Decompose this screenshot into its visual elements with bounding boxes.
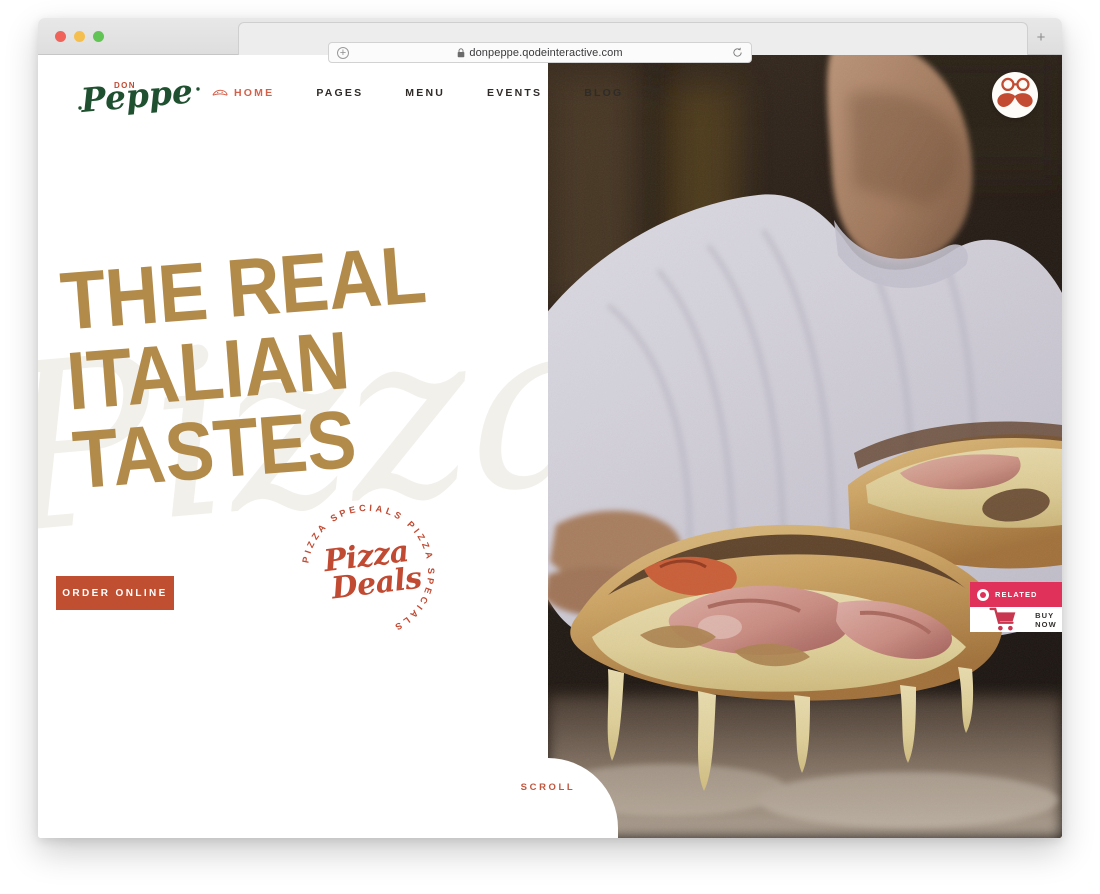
pizza-deals-badge: PIZZA SPECIALS PIZZA SPECIALS Pizza Deal… xyxy=(290,493,446,649)
record-dot-icon xyxy=(977,588,989,601)
logo-name-text: Peppe xyxy=(78,71,194,120)
nav-item-pages[interactable]: PAGES xyxy=(295,81,384,105)
nav-label-menu: MENU xyxy=(405,87,446,99)
badge-script-text: Pizza Deals xyxy=(281,484,455,658)
buy-now-label: BUY NOW xyxy=(1035,610,1057,629)
nav-label-home: HOME xyxy=(234,87,275,99)
nav-label-events: EVENTS xyxy=(487,87,543,99)
nav-item-home[interactable]: HOME xyxy=(210,81,295,105)
nav-label-pages: PAGES xyxy=(316,87,364,99)
browser-chrome: + donpeppe.qodeinteractive.com + xyxy=(38,18,1062,63)
close-window-button[interactable] xyxy=(55,31,66,42)
pizza-slice-icon xyxy=(212,89,228,96)
page-root: + donpeppe.qodeinteractive.com + Pizza R… xyxy=(0,0,1100,894)
slider-next-button[interactable]: NEXT xyxy=(1060,423,1062,456)
window-traffic-lights xyxy=(55,31,104,42)
hero-content: THE REAL ITALIAN TASTES PIZZA SPECIALS P… xyxy=(38,55,548,838)
don-peppe-logo-mark: DON Peppe xyxy=(78,71,200,120)
zoom-window-button[interactable] xyxy=(93,31,104,42)
site-header: DON Peppe HOME PAGES MENU EVENTS BLOG xyxy=(38,55,1062,135)
related-button[interactable]: RELATED xyxy=(970,582,1062,607)
main-navigation: HOME PAGES MENU EVENTS BLOG xyxy=(210,81,644,105)
nav-item-events[interactable]: EVENTS xyxy=(466,81,563,105)
nav-label-blog: BLOG xyxy=(584,87,624,99)
new-tab-button[interactable]: + xyxy=(1032,29,1050,47)
hero-headline: THE REAL ITALIAN TASTES xyxy=(58,227,545,506)
related-label: RELATED xyxy=(995,590,1038,599)
badge-line-2: Deals xyxy=(329,560,424,607)
site-logo[interactable]: DON Peppe xyxy=(76,65,206,127)
product-actions: RELATED BUY NOW xyxy=(970,582,1062,632)
hero-photo-illustration xyxy=(548,55,1062,838)
hero-photo: RELATED BUY NOW xyxy=(548,55,1062,838)
mustache-glasses-icon xyxy=(997,77,1033,108)
slider-prev-button[interactable]: PREV xyxy=(38,425,39,458)
browser-window: + donpeppe.qodeinteractive.com + Pizza R… xyxy=(38,18,1062,838)
order-online-button[interactable]: ORDER ONLINE xyxy=(56,576,174,610)
shopping-cart-icon xyxy=(989,607,1016,631)
nav-item-blog[interactable]: BLOG xyxy=(563,81,644,105)
scroll-label: SCROLL xyxy=(520,782,576,793)
nav-item-menu[interactable]: MENU xyxy=(384,81,466,105)
site-viewport: Pizza RELATED BUY NOW THE REAL ITALIAN T… xyxy=(38,55,1062,838)
minimize-window-button[interactable] xyxy=(74,31,85,42)
buy-now-button[interactable]: BUY NOW xyxy=(970,607,1062,632)
mustache-glasses-icon-button[interactable] xyxy=(992,72,1038,118)
